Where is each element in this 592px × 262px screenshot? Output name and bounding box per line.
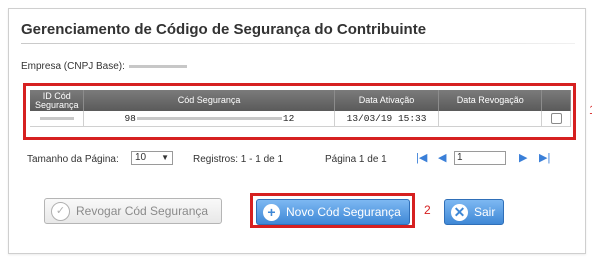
cell-select xyxy=(541,111,571,127)
redacted-cod xyxy=(136,116,282,120)
cod-prefix: 98 xyxy=(124,113,136,124)
cell-id xyxy=(30,111,85,127)
first-page-icon[interactable]: |◀ xyxy=(416,152,427,164)
page-size-label: Tamanho da Página: xyxy=(27,154,119,165)
pager-bar: Tamanho da Página: 10 ▼ Registros: 1 - 1… xyxy=(27,151,567,169)
empresa-field: Empresa (CNPJ Base): xyxy=(21,61,187,72)
row-checkbox[interactable] xyxy=(550,112,562,124)
page-title: Gerenciamento de Código de Segurança do … xyxy=(21,21,427,38)
novo-cod-button[interactable]: + Novo Cód Segurança xyxy=(256,199,410,225)
novo-button-label: Novo Cód Segurança xyxy=(286,205,401,219)
last-page-icon[interactable]: ▶| xyxy=(539,152,550,164)
table-header-row: ID Cód Segurança Cód Segurança Data Ativ… xyxy=(30,90,571,111)
revogar-button-label: Revogar Cód Segurança xyxy=(76,204,209,218)
page-size-value: 10 xyxy=(135,152,147,163)
cell-data-revogacao xyxy=(438,111,543,127)
close-icon: ✕ xyxy=(451,203,468,221)
next-page-icon[interactable]: ▶ xyxy=(519,152,527,164)
column-header-ativacao[interactable]: Data Ativação xyxy=(334,90,440,111)
revogar-button[interactable]: ✓ Revogar Cód Segurança xyxy=(44,198,222,224)
codes-grid-highlight: ID Cód Segurança Cód Segurança Data Ativ… xyxy=(23,83,576,140)
sair-button-label: Sair xyxy=(474,205,496,219)
column-header-cod[interactable]: Cód Segurança xyxy=(83,90,335,111)
table-row[interactable]: 98 12 13/03/19 15:33 xyxy=(30,111,571,127)
column-header-revogacao[interactable]: Data Revogação xyxy=(438,90,543,111)
records-count: Registros: 1 - 1 de 1 xyxy=(193,154,284,165)
revoke-check-icon: ✓ xyxy=(51,201,70,221)
dropdown-arrow-icon: ▼ xyxy=(161,153,169,162)
page-size-select[interactable]: 10 ▼ xyxy=(131,151,173,165)
previous-page-icon[interactable]: ◀ xyxy=(438,152,446,164)
cell-data-ativacao: 13/03/19 15:33 xyxy=(334,111,440,127)
column-header-select xyxy=(541,90,571,111)
title-divider xyxy=(21,43,575,44)
codes-table: ID Cód Segurança Cód Segurança Data Ativ… xyxy=(30,90,571,127)
redacted-cnpj xyxy=(128,64,187,68)
page-number-input[interactable]: 1 xyxy=(454,151,506,165)
annotation-marker-2: 2 xyxy=(424,203,431,217)
sair-button[interactable]: ✕ Sair xyxy=(444,199,504,225)
empresa-label: Empresa (CNPJ Base): xyxy=(21,61,125,72)
page-indicator: Página 1 de 1 xyxy=(325,154,387,165)
column-header-id[interactable]: ID Cód Segurança xyxy=(30,90,85,111)
cell-cod: 98 12 xyxy=(83,111,335,127)
plus-icon: + xyxy=(263,203,280,221)
cod-suffix: 12 xyxy=(282,113,295,124)
redacted-id xyxy=(39,116,74,120)
